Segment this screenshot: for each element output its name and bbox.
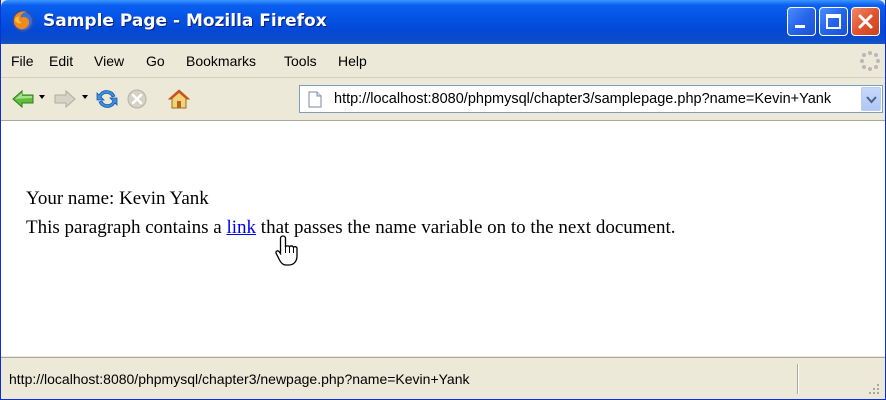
paragraph-text-before: This paragraph contains a [26, 217, 227, 238]
page-content: Your name: Kevin Yank This paragraph con… [1, 121, 885, 356]
stop-button[interactable] [125, 87, 149, 111]
back-button[interactable] [11, 87, 35, 111]
home-button[interactable] [167, 87, 191, 111]
menu-go[interactable]: Go [146, 52, 165, 70]
menu-bookmarks[interactable]: Bookmarks [186, 52, 256, 70]
menu-view[interactable]: View [94, 52, 124, 70]
menu-bar: File Edit View Go Bookmarks Tools Help [1, 44, 885, 78]
menu-edit[interactable]: Edit [49, 52, 73, 70]
close-icon [858, 14, 873, 29]
reload-button[interactable] [95, 87, 119, 111]
maximize-button[interactable] [819, 7, 848, 36]
status-bar: http://localhost:8080/phpmysql/chapter3/… [1, 357, 885, 399]
throbber-icon [860, 51, 880, 71]
minimize-icon [795, 25, 805, 28]
chevron-down-icon [866, 96, 877, 104]
status-text: http://localhost:8080/phpmysql/chapter3/… [9, 371, 470, 387]
link-paragraph: This paragraph contains a link that pass… [26, 216, 676, 240]
back-arrow-icon [12, 89, 34, 109]
status-divider-highlight [798, 364, 799, 394]
maximize-icon [826, 14, 841, 29]
menu-file[interactable]: File [11, 52, 34, 70]
menu-help[interactable]: Help [338, 52, 367, 70]
resize-grip-icon[interactable] [863, 378, 881, 396]
forward-history-dropdown-icon[interactable] [81, 93, 89, 101]
window-title: Sample Page - Mozilla Firefox [43, 11, 327, 31]
name-paragraph: Your name: Kevin Yank [26, 188, 209, 209]
stop-icon [127, 89, 147, 109]
name-link[interactable]: link [226, 217, 256, 238]
minimize-button[interactable] [787, 7, 816, 36]
navigation-toolbar: http://localhost:8080/phpmysql/chapter3/… [1, 78, 885, 121]
url-history-dropdown[interactable] [861, 87, 881, 111]
firefox-icon [12, 10, 34, 32]
url-bar[interactable]: http://localhost:8080/phpmysql/chapter3/… [299, 85, 883, 113]
close-button[interactable] [851, 7, 880, 36]
paragraph-text-after: that passes the name variable on to the … [256, 217, 676, 238]
url-input[interactable]: http://localhost:8080/phpmysql/chapter3/… [334, 90, 854, 108]
home-icon [167, 89, 191, 109]
forward-button[interactable] [53, 87, 77, 111]
hand-cursor-icon [275, 235, 298, 266]
browser-window: Sample Page - Mozilla Firefox File Edit … [0, 0, 886, 400]
forward-arrow-icon [54, 89, 76, 109]
menu-tools[interactable]: Tools [284, 52, 317, 70]
back-history-dropdown-icon[interactable] [38, 93, 46, 101]
page-icon [308, 91, 322, 108]
reload-icon [96, 90, 118, 108]
title-bar[interactable]: Sample Page - Mozilla Firefox [1, 0, 885, 44]
